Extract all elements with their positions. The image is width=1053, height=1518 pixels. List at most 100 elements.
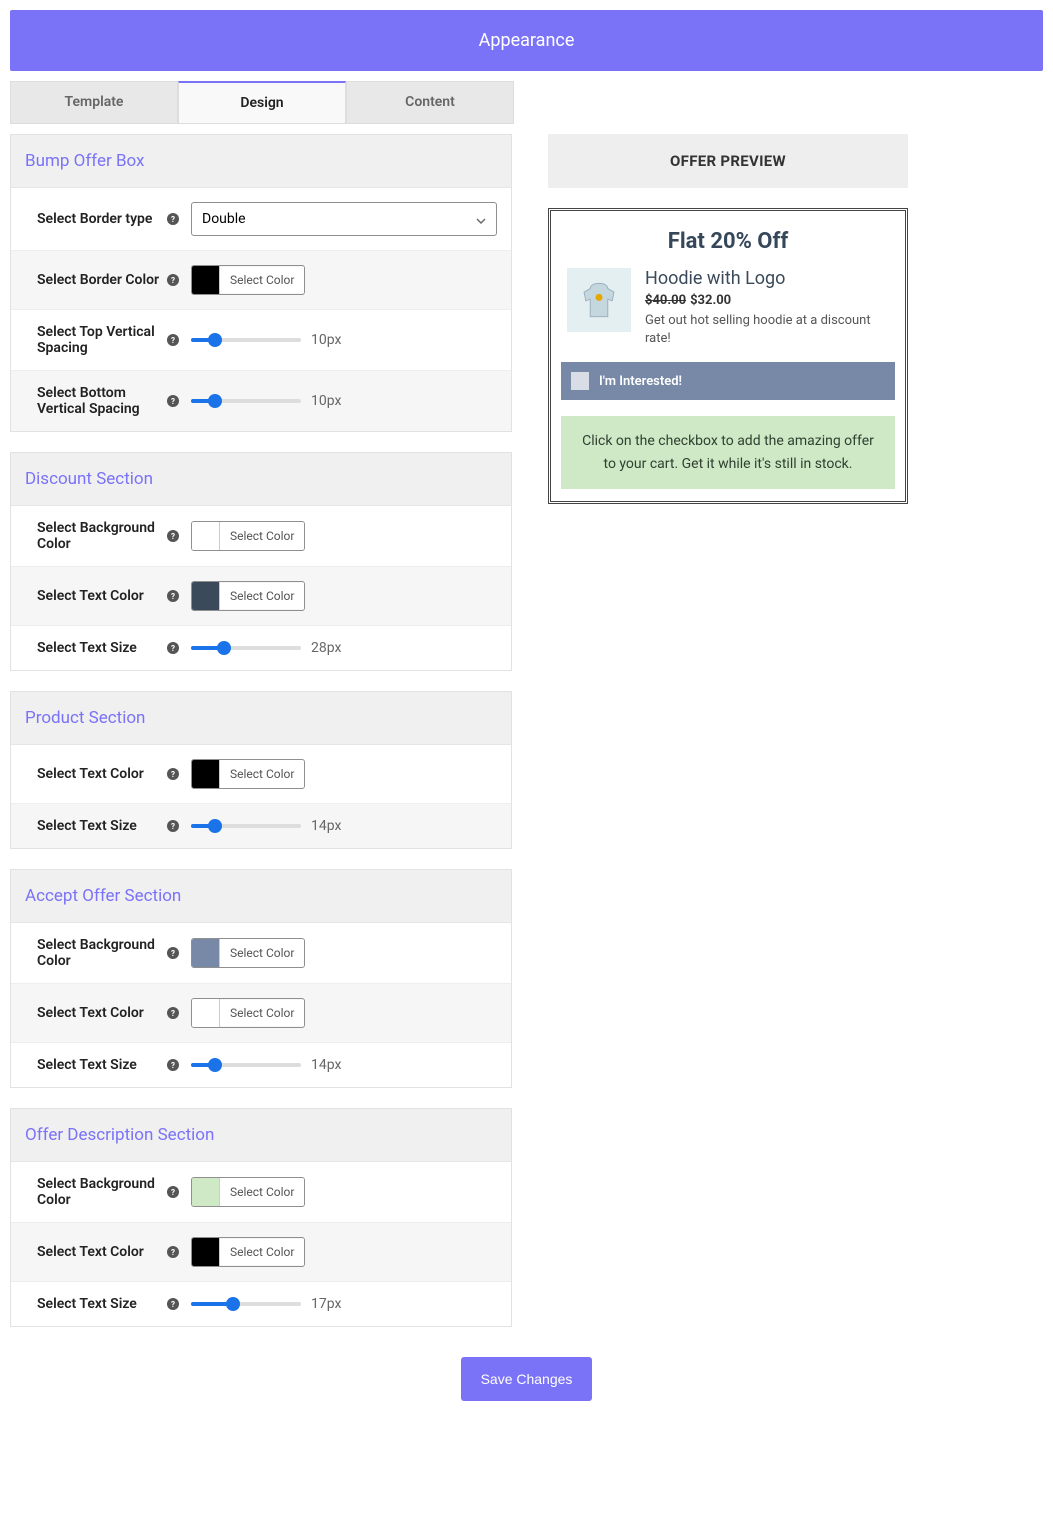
- row-accept-text-size: Select Text Size ? 14px: [11, 1043, 511, 1087]
- label: Select Text Size: [37, 1057, 167, 1073]
- help-icon[interactable]: ?: [167, 947, 179, 959]
- label: Select Text Color: [37, 1244, 167, 1260]
- label: Select Background Color: [37, 937, 167, 969]
- offerdesc-bg-picker[interactable]: Select Color: [191, 1177, 305, 1207]
- row-discount-bg: Select Background Color ? Select Color: [11, 506, 511, 567]
- color-swatch: [192, 1178, 220, 1206]
- preview-offer-description: Click on the checkbox to add the amazing…: [561, 416, 895, 489]
- product-text-size-slider[interactable]: [191, 824, 301, 828]
- help-icon[interactable]: ?: [167, 1246, 179, 1258]
- select-value: Double: [202, 211, 246, 227]
- row-product-text-size: Select Text Size ? 14px: [11, 804, 511, 848]
- slider-thumb[interactable]: [208, 1058, 222, 1072]
- panel-title: Offer Description Section: [11, 1109, 511, 1162]
- color-swatch: [192, 522, 220, 550]
- label: Select Text Color: [37, 588, 167, 604]
- row-discount-text-size: Select Text Size ? 28px: [11, 626, 511, 670]
- select-color-button[interactable]: Select Color: [220, 1239, 304, 1265]
- accept-text-size-slider[interactable]: [191, 1063, 301, 1067]
- panel-accept-offer: Accept Offer Section Select Background C…: [10, 869, 512, 1088]
- top-spacing-slider[interactable]: [191, 338, 301, 342]
- row-product-text-color: Select Text Color ? Select Color: [11, 745, 511, 804]
- preview-accept-bar: I'm Interested!: [561, 362, 895, 400]
- help-icon[interactable]: ?: [167, 768, 179, 780]
- discount-text-color-picker[interactable]: Select Color: [191, 581, 305, 611]
- help-icon[interactable]: ?: [167, 334, 179, 346]
- chevron-down-icon: [476, 214, 486, 224]
- preview-product-image: [567, 268, 631, 332]
- border-type-select[interactable]: Double: [191, 202, 497, 236]
- row-accept-text-color: Select Text Color ? Select Color: [11, 984, 511, 1043]
- panel-bump-offer: Bump Offer Box Select Border type ? Doub…: [10, 134, 512, 432]
- help-icon[interactable]: ?: [167, 820, 179, 832]
- select-color-button[interactable]: Select Color: [220, 267, 304, 293]
- slider-thumb[interactable]: [208, 819, 222, 833]
- price-new: $32.00: [690, 293, 731, 308]
- help-icon[interactable]: ?: [167, 530, 179, 542]
- preview-accept-checkbox[interactable]: [571, 372, 589, 390]
- panel-title: Accept Offer Section: [11, 870, 511, 923]
- discount-bg-picker[interactable]: Select Color: [191, 521, 305, 551]
- help-icon[interactable]: ?: [167, 274, 179, 286]
- label: Select Background Color: [37, 520, 167, 552]
- slider-thumb[interactable]: [208, 394, 222, 408]
- label: Select Top Vertical Spacing: [37, 324, 167, 356]
- select-color-button[interactable]: Select Color: [220, 940, 304, 966]
- row-offerdesc-bg: Select Background Color ? Select Color: [11, 1162, 511, 1223]
- save-changes-button[interactable]: Save Changes: [461, 1357, 593, 1401]
- preview-header: OFFER PREVIEW: [548, 134, 908, 188]
- slider-value: 14px: [311, 1057, 341, 1073]
- slider-thumb[interactable]: [226, 1297, 240, 1311]
- tab-content[interactable]: Content: [346, 81, 514, 124]
- slider-value: 10px: [311, 393, 341, 409]
- help-icon[interactable]: ?: [167, 1298, 179, 1310]
- color-swatch: [192, 582, 220, 610]
- offerdesc-text-size-slider[interactable]: [191, 1302, 301, 1306]
- tab-design[interactable]: Design: [178, 81, 346, 124]
- row-offerdesc-text-color: Select Text Color ? Select Color: [11, 1223, 511, 1282]
- preview-product: Hoodie with Logo $40.00$32.00 Get out ho…: [561, 268, 895, 362]
- label: Select Text Color: [37, 1005, 167, 1021]
- select-color-button[interactable]: Select Color: [220, 1000, 304, 1026]
- tab-template[interactable]: Template: [10, 81, 178, 124]
- color-swatch: [192, 939, 220, 967]
- help-icon[interactable]: ?: [167, 1007, 179, 1019]
- offerdesc-text-color-picker[interactable]: Select Color: [191, 1237, 305, 1267]
- label: Select Text Color: [37, 766, 167, 782]
- label: Select Bottom Vertical Spacing: [37, 385, 167, 417]
- help-icon[interactable]: ?: [167, 395, 179, 407]
- panel-product: Product Section Select Text Color ? Sele…: [10, 691, 512, 849]
- product-text-color-picker[interactable]: Select Color: [191, 759, 305, 789]
- slider-value: 14px: [311, 818, 341, 834]
- slider-thumb[interactable]: [208, 333, 222, 347]
- label: Select Text Size: [37, 640, 167, 656]
- panel-offer-description: Offer Description Section Select Backgro…: [10, 1108, 512, 1327]
- help-icon[interactable]: ?: [167, 590, 179, 602]
- preview-box: Flat 20% Off Hoodie with Logo $40.00$32.…: [548, 208, 908, 504]
- label: Select Border type: [37, 211, 167, 227]
- price-old: $40.00: [645, 293, 686, 308]
- slider-value: 17px: [311, 1296, 341, 1312]
- select-color-button[interactable]: Select Color: [220, 523, 304, 549]
- bottom-spacing-slider[interactable]: [191, 399, 301, 403]
- preview-accept-text: I'm Interested!: [599, 374, 682, 389]
- help-icon[interactable]: ?: [167, 1059, 179, 1071]
- border-color-picker[interactable]: Select Color: [191, 265, 305, 295]
- color-swatch: [192, 999, 220, 1027]
- label: Select Background Color: [37, 1176, 167, 1208]
- row-accept-bg: Select Background Color ? Select Color: [11, 923, 511, 984]
- row-offerdesc-text-size: Select Text Size ? 17px: [11, 1282, 511, 1326]
- help-icon[interactable]: ?: [167, 1186, 179, 1198]
- select-color-button[interactable]: Select Color: [220, 1179, 304, 1205]
- row-discount-text-color: Select Text Color ? Select Color: [11, 567, 511, 626]
- preview-product-name: Hoodie with Logo: [645, 268, 889, 289]
- help-icon[interactable]: ?: [167, 642, 179, 654]
- accept-bg-picker[interactable]: Select Color: [191, 938, 305, 968]
- help-icon[interactable]: ?: [167, 213, 179, 225]
- select-color-button[interactable]: Select Color: [220, 583, 304, 609]
- select-color-button[interactable]: Select Color: [220, 761, 304, 787]
- discount-text-size-slider[interactable]: [191, 646, 301, 650]
- slider-thumb[interactable]: [217, 641, 231, 655]
- panel-title: Discount Section: [11, 453, 511, 506]
- accept-text-color-picker[interactable]: Select Color: [191, 998, 305, 1028]
